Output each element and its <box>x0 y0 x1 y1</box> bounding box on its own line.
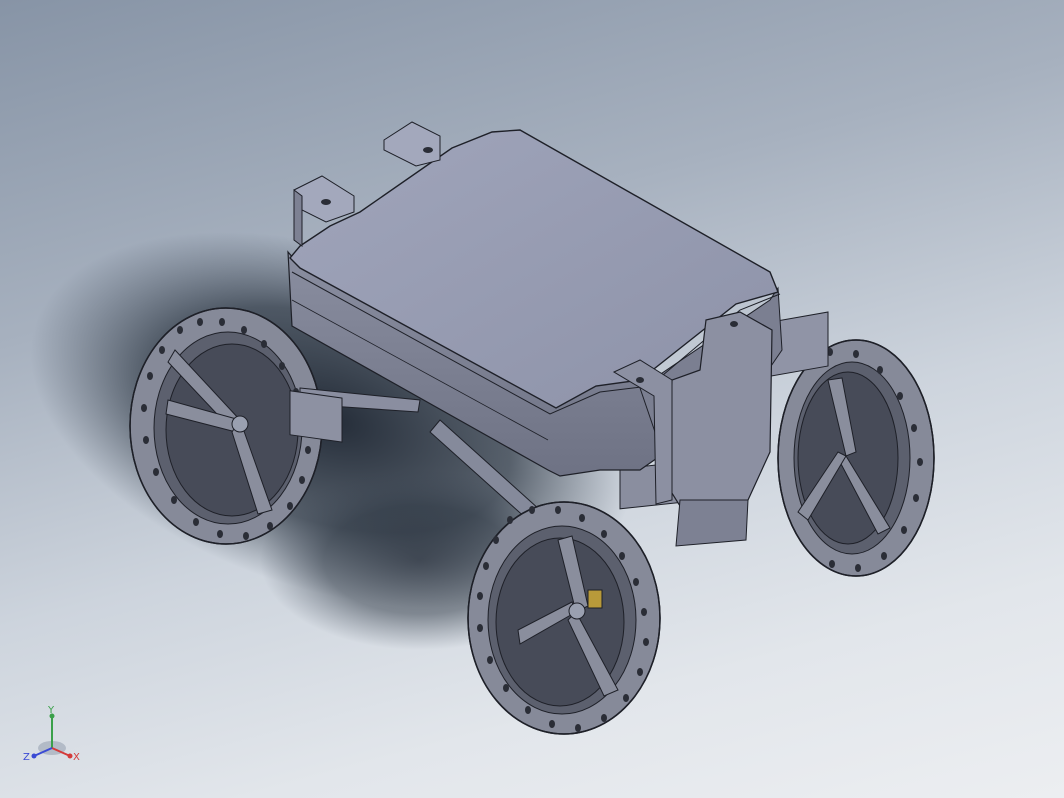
triad-z-label: Z <box>23 752 30 763</box>
wheel-front[interactable] <box>467 501 661 735</box>
axis-triad-icon[interactable]: Y X Z <box>16 702 88 774</box>
triad-y-label: Y <box>47 705 55 716</box>
graphics-viewport[interactable]: Y X Z <box>0 0 1064 798</box>
triad-x-label: X <box>73 752 80 763</box>
wheel-rear-right[interactable] <box>777 339 935 577</box>
rover-model-icon[interactable] <box>0 0 1064 798</box>
